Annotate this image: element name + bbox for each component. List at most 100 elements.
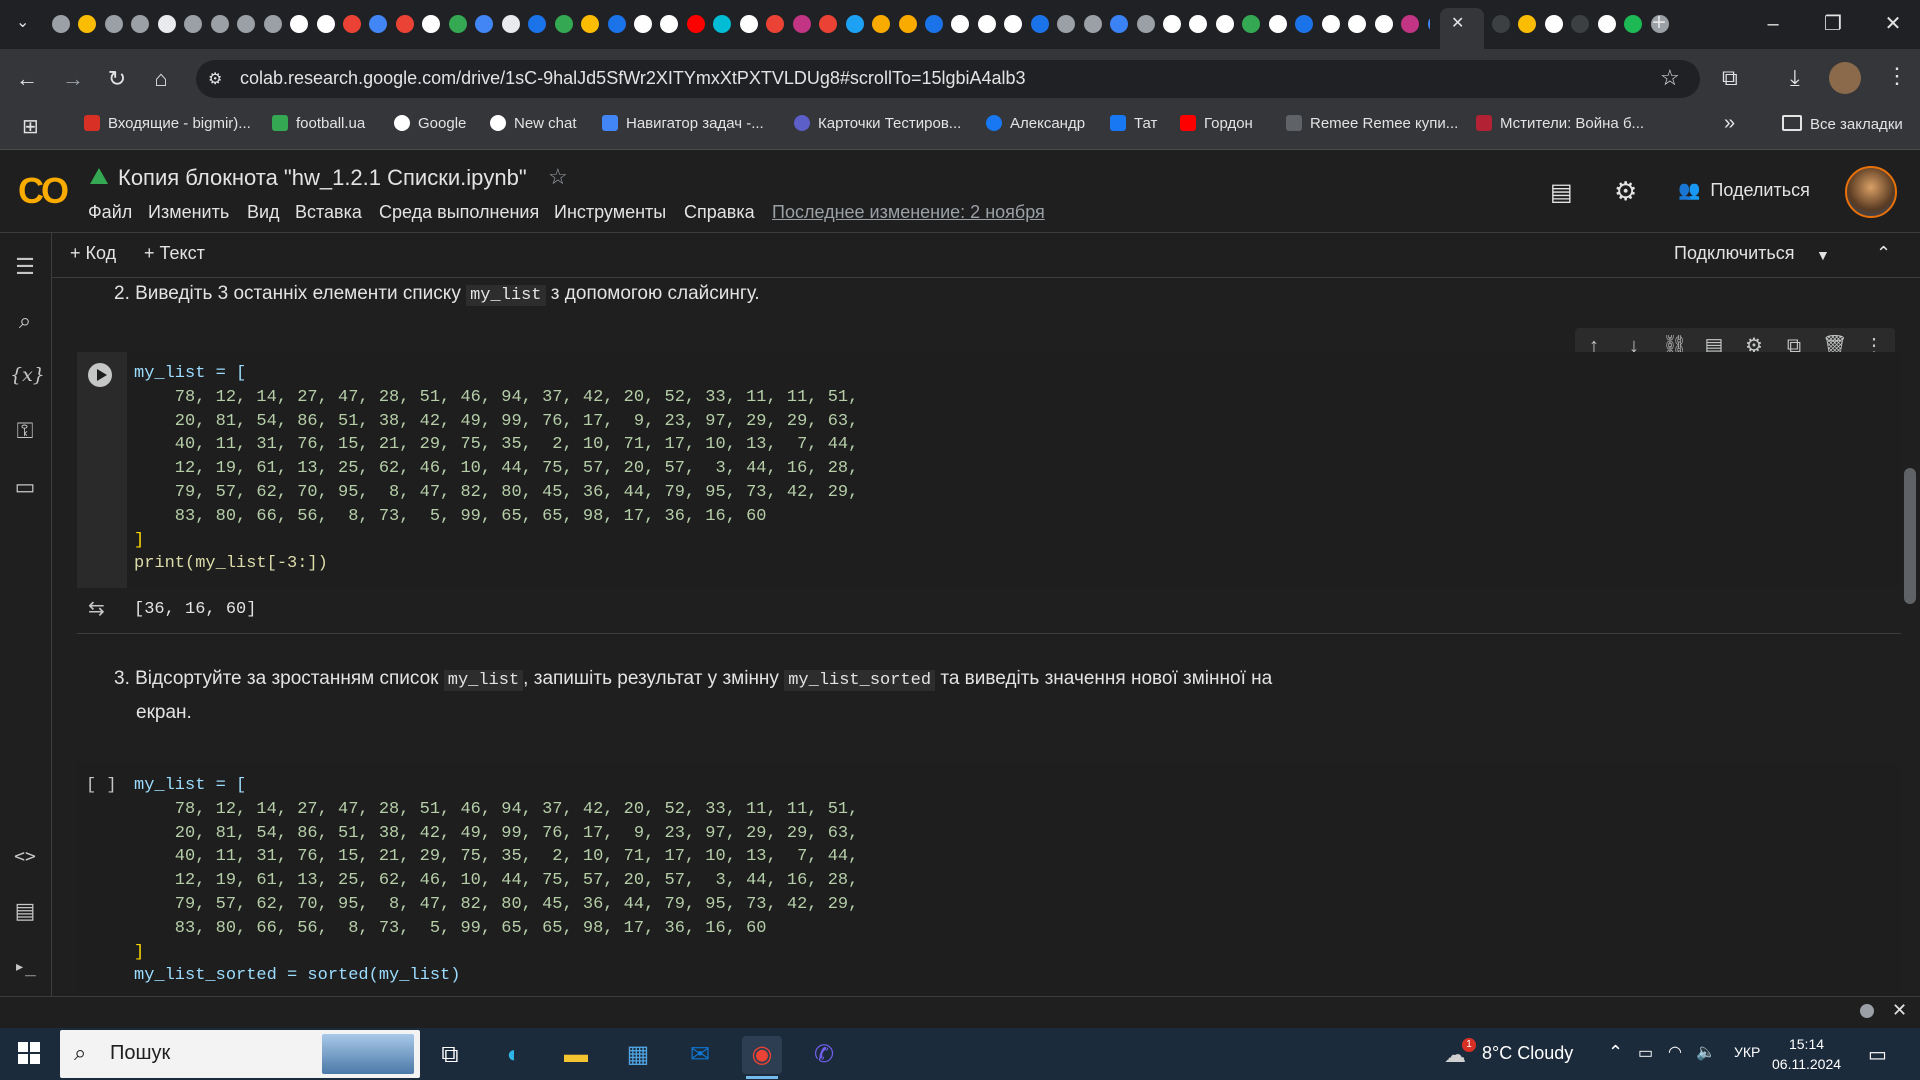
download-icon[interactable]: ⤓ <box>1790 65 1800 91</box>
tab-icon[interactable] <box>660 15 679 33</box>
tab-icon[interactable] <box>686 15 705 33</box>
tab-icon[interactable] <box>501 15 520 33</box>
bookmark-item[interactable]: Навигатор задач -... <box>602 115 764 132</box>
add-text-button[interactable]: + Текст <box>144 243 205 264</box>
tab-icon[interactable] <box>924 15 943 33</box>
tab-icon[interactable] <box>1136 15 1155 33</box>
tab-close-icon[interactable]: ✕ <box>1451 13 1464 33</box>
add-code-button[interactable]: + Код <box>70 243 116 264</box>
store-icon[interactable]: ▦ <box>618 1036 658 1074</box>
connect-button[interactable]: Подключиться <box>1674 243 1795 264</box>
more-bookmarks-icon[interactable]: » <box>1724 112 1735 135</box>
tab-icon[interactable] <box>78 15 97 33</box>
tab-icon[interactable] <box>554 15 573 33</box>
notebook-scrollbar[interactable] <box>1904 468 1916 604</box>
url-text[interactable]: colab.research.google.com/drive/1sC-9hal… <box>240 68 1026 89</box>
pinned-tabs[interactable] <box>50 15 1430 35</box>
tab-icon[interactable] <box>342 15 361 33</box>
tab-icon[interactable] <box>1624 15 1643 33</box>
star-icon[interactable]: ☆ <box>548 164 568 190</box>
tab-icon[interactable] <box>369 15 388 33</box>
weather-text[interactable]: 8°C Cloudy <box>1482 1043 1573 1064</box>
back-icon[interactable]: ← <box>14 66 40 92</box>
last-edit-link[interactable]: Последнее изменение: 2 ноября <box>772 202 1045 223</box>
menu-file[interactable]: Файл <box>88 202 132 223</box>
menu-runtime[interactable]: Среда выполнения <box>379 202 539 223</box>
bookmark-item[interactable]: Гордон <box>1180 115 1253 132</box>
share-button[interactable]: 👥 Поделиться <box>1678 180 1810 201</box>
tab-icon[interactable] <box>1597 15 1616 33</box>
tab-icon[interactable] <box>845 15 864 33</box>
colab-logo[interactable]: CO <box>18 170 69 212</box>
bookmark-star-icon[interactable]: ☆ <box>1660 65 1680 91</box>
bookmark-item[interactable]: Карточки Тестиров... <box>794 115 961 132</box>
tab-icon[interactable] <box>422 15 441 33</box>
taskbar-clock[interactable]: 15:14 06.11.2024 <box>1772 1034 1841 1074</box>
tab-icon[interactable] <box>792 15 811 33</box>
tab-icon[interactable] <box>448 15 467 33</box>
tab-icon[interactable] <box>475 15 494 33</box>
tab-icon[interactable] <box>977 15 996 33</box>
tab-icon[interactable] <box>1374 15 1393 33</box>
secrets-key-icon[interactable]: ⚿ <box>10 416 40 446</box>
tab-icon[interactable] <box>528 15 547 33</box>
tab-icon[interactable] <box>1401 15 1420 33</box>
files-folder-icon[interactable]: ▭ <box>10 472 40 502</box>
cell-run-indicator[interactable]: [ ] <box>86 774 117 798</box>
extensions-icon[interactable]: ⧉ <box>1722 65 1738 91</box>
bookmark-item[interactable]: Google <box>394 115 466 132</box>
bookmark-item[interactable]: New chat <box>490 115 577 132</box>
tab-icon[interactable] <box>52 15 70 33</box>
tab-icon[interactable] <box>1242 15 1261 33</box>
volume-icon[interactable]: 🔈 <box>1696 1042 1716 1062</box>
user-avatar[interactable] <box>1845 166 1897 218</box>
restore-icon[interactable]: ❐ <box>1813 10 1853 38</box>
menu-edit[interactable]: Изменить <box>148 202 229 223</box>
run-cell-button[interactable] <box>88 363 112 387</box>
reload-icon[interactable]: ↻ <box>104 66 130 92</box>
tab-icon[interactable] <box>713 15 732 33</box>
tab-icon[interactable] <box>184 15 203 33</box>
code-editor[interactable]: my_list = [ 78, 12, 14, 27, 47, 28, 51, … <box>134 774 858 996</box>
toc-icon[interactable]: ☰ <box>10 252 40 282</box>
tab-icon[interactable] <box>157 15 176 33</box>
file-explorer-icon[interactable]: ▬ <box>556 1036 596 1074</box>
tab-icon[interactable] <box>1348 15 1367 33</box>
code-editor[interactable]: my_list = [ 78, 12, 14, 27, 47, 28, 51, … <box>134 362 858 576</box>
outlook-icon[interactable]: ✉ <box>680 1036 720 1074</box>
tab-icon[interactable] <box>1189 15 1208 33</box>
tab-icon[interactable] <box>1083 15 1102 33</box>
tab-icon[interactable] <box>210 15 229 33</box>
bookmark-item[interactable]: Remee Remee купи... <box>1286 115 1458 132</box>
command-palette-icon[interactable]: ▤ <box>10 896 40 926</box>
tab-icon[interactable] <box>819 15 838 33</box>
bookmark-item[interactable]: Тат <box>1110 115 1157 132</box>
edge-icon[interactable]: ◐ <box>494 1036 534 1074</box>
menu-help[interactable]: Справка <box>684 202 755 223</box>
comments-icon[interactable]: ▤ <box>1550 178 1573 207</box>
tab-icon[interactable] <box>1163 15 1182 33</box>
tab-icon[interactable] <box>1215 15 1234 33</box>
notebook-title[interactable]: Копия блокнота "hw_1.2.1 Списки.ipynb" <box>118 165 527 191</box>
notifications-icon[interactable]: ▭ <box>1868 1042 1887 1067</box>
chrome-taskbar-icon[interactable]: ◉ <box>742 1036 782 1074</box>
tab-icon[interactable] <box>1110 15 1129 33</box>
tab-icon[interactable] <box>607 15 626 33</box>
menu-view[interactable]: Вид <box>247 202 280 223</box>
forward-icon[interactable]: → <box>60 66 86 92</box>
terminal-icon[interactable]: ▸_ <box>10 952 40 982</box>
tab-icon[interactable] <box>1030 15 1049 33</box>
tab-icon[interactable] <box>766 15 785 33</box>
menu-tools[interactable]: Инструменты <box>554 202 666 223</box>
window-close-icon[interactable]: ✕ <box>1873 10 1913 38</box>
tab-icon[interactable] <box>872 15 891 33</box>
tab-icon[interactable] <box>1571 15 1590 33</box>
bookmark-item[interactable]: Александр <box>986 115 1085 132</box>
home-icon[interactable]: ⌂ <box>148 66 174 92</box>
tab-icon[interactable] <box>237 15 256 33</box>
tab-icon[interactable] <box>1518 15 1537 33</box>
chrome-menu-icon[interactable]: ⋮ <box>1886 63 1908 89</box>
show-hidden-icons[interactable]: ⌃ <box>1608 1042 1623 1063</box>
tab-icon[interactable] <box>1268 15 1287 33</box>
tab-icon[interactable] <box>1057 15 1076 33</box>
